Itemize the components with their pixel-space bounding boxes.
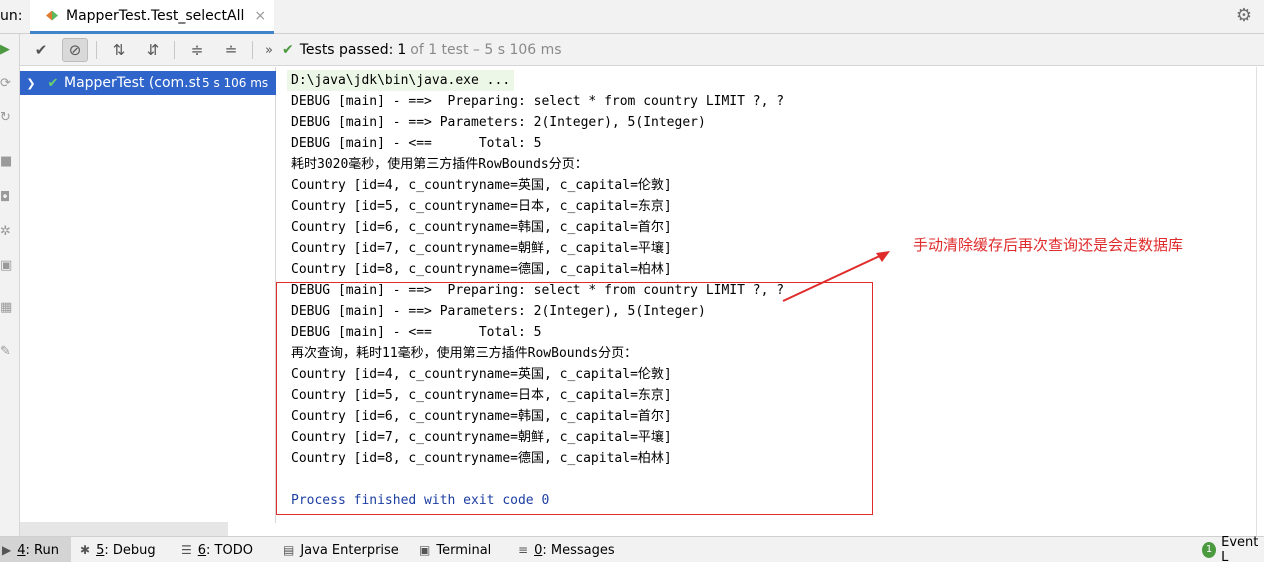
rerun-icon[interactable]: ▶ [0,42,14,58]
test-tree: ❯ ✔ MapperTest (com.st 5 s 106 ms [20,67,276,536]
export-icon[interactable]: ▣ [0,258,14,274]
messages-icon: ≡ [518,543,529,557]
test-status: ✔ Tests passed: 1 of 1 test – 5 s 106 ms [282,40,562,60]
terminal-icon: ▣ [419,543,431,557]
tool-window-debug[interactable]: ✱ 5: Debug [80,537,156,562]
show-passed-icon[interactable]: ✔ [28,38,54,62]
status-summary: of 1 test – 5 s 106 ms [410,42,562,58]
java-enterprise-icon: ▤ [283,543,295,557]
console-line: Country [id=7, c_countryname=朝鲜, c_capit… [291,241,672,256]
tool-window-todo[interactable]: ☰ 6: TODO [181,537,253,562]
camera-icon[interactable]: ◘ [0,190,14,206]
toolbar-divider [174,41,175,59]
tool-window-mnemonic: 0 [534,542,543,558]
expand-all-icon[interactable]: ≑ [184,38,210,62]
toolbar-divider [252,41,253,59]
tree-row-name: MapperTest (com.st [64,75,200,91]
console-line: Country [id=6, c_countryname=韩国, c_capit… [291,220,672,235]
bug-icon: ✱ [80,543,91,557]
console-line: 耗时3020毫秒，使用第三方插件RowBounds分页： [291,157,588,172]
annotation-text: 手动清除缓存后再次查询还是会走数据库 [913,236,1184,254]
tree-row-duration: 5 s 106 ms [202,76,269,90]
tool-window-label: : Run [25,542,59,558]
run-icon: ▶ [2,543,12,557]
tool-window-java-enterprise[interactable]: ▤ Java Enterprise [283,537,399,562]
chevron-down-icon[interactable]: ❯ [20,77,42,90]
annotation-arrow [782,251,890,302]
console-line: DEBUG [main] - ==> Parameters: 2(Integer… [291,115,706,130]
tool-window-label: : Messages [542,542,615,558]
tool-window-label: : TODO [206,542,253,558]
close-icon[interactable]: × [254,8,266,24]
tool-window-mnemonic: 4 [17,542,26,558]
tool-window-label: Terminal [436,542,492,558]
run-tool-window-header: un: MapperTest.Test_selectAll × ⚙ [0,0,1264,34]
tree-row-mapper-test[interactable]: ❯ ✔ MapperTest (com.st 5 s 106 ms [20,71,276,95]
gear-icon[interactable]: ⚙ [1234,6,1254,26]
tab-mapper-test[interactable]: MapperTest.Test_selectAll × [30,0,274,34]
passed-check-icon: ✔ [282,42,294,58]
console-line: Country [id=5, c_countryname=日本, c_capit… [291,199,672,214]
tool-window-mnemonic: 6 [197,542,207,558]
settings-icon[interactable]: ✲ [0,224,14,240]
event-count-badge: 1 [1202,542,1217,558]
tool-window-run[interactable]: ▶ 4: Run [0,537,71,562]
run-label: un: [0,8,23,24]
console-line: DEBUG [main] - <== Total: 5 [291,136,542,151]
test-runner-toolbar: ✔ ⊘ ⇅ ⇵ ≑ ≐ » ✔ Tests passed: 1 of 1 tes… [20,34,1264,66]
test-config-icon [46,10,58,22]
horizontal-scrollbar[interactable] [20,522,228,536]
console-line: DEBUG [main] - ==> Preparing: select * f… [291,94,785,109]
list-icon: ☰ [181,543,192,557]
toolbar-divider [96,41,97,59]
vertical-scrollbar[interactable] [1256,67,1260,536]
tool-window-mnemonic: 5 [96,542,105,558]
tab-title: MapperTest.Test_selectAll [66,7,245,24]
sort-alphabetically-icon[interactable]: ⇅ [106,38,132,62]
console-line: Country [id=8, c_countryname=德国, c_capit… [291,262,672,277]
tool-window-label: Event L [1221,535,1259,562]
layout-icon[interactable]: ▦ [0,300,14,316]
tool-window-label: Java Enterprise [300,542,399,558]
console-line: Country [id=4, c_countryname=英国, c_capit… [291,178,672,193]
sort-by-duration-icon[interactable]: ⇵ [140,38,166,62]
annotation-highlight-box [276,282,873,515]
show-ignored-icon[interactable]: ⊘ [62,38,88,62]
tool-window-label: : Debug [104,542,156,558]
toggle-auto-test-icon[interactable]: ↻ [0,110,14,126]
status-passed-label: Tests passed: [299,42,394,58]
rerun-failed-icon[interactable]: ⟳ [0,76,14,92]
passed-check-icon: ✔ [47,75,59,91]
status-count: 1 [397,42,407,58]
pin-icon[interactable]: ✎ [0,344,14,360]
tool-window-terminal[interactable]: ▣ Terminal [419,537,491,562]
tool-window-bar: ▶ 4: Run ✱ 5: Debug ☰ 6: TODO ▤ Java Ent… [0,535,1264,562]
console-command-line[interactable]: D:\java\jdk\bin\java.exe ... [287,70,515,91]
tool-window-event-log[interactable]: 1 Event L [1202,535,1264,562]
collapse-all-icon[interactable]: ≐ [218,38,244,62]
tool-window-messages[interactable]: ≡ 0: Messages [518,537,615,562]
stop-icon[interactable]: ■ [0,154,14,170]
more-actions-icon[interactable]: » [256,38,282,62]
left-action-strip: ▶ ⟳ ↻ ■ ◘ ✲ ▣ ▦ ✎ [0,34,20,536]
